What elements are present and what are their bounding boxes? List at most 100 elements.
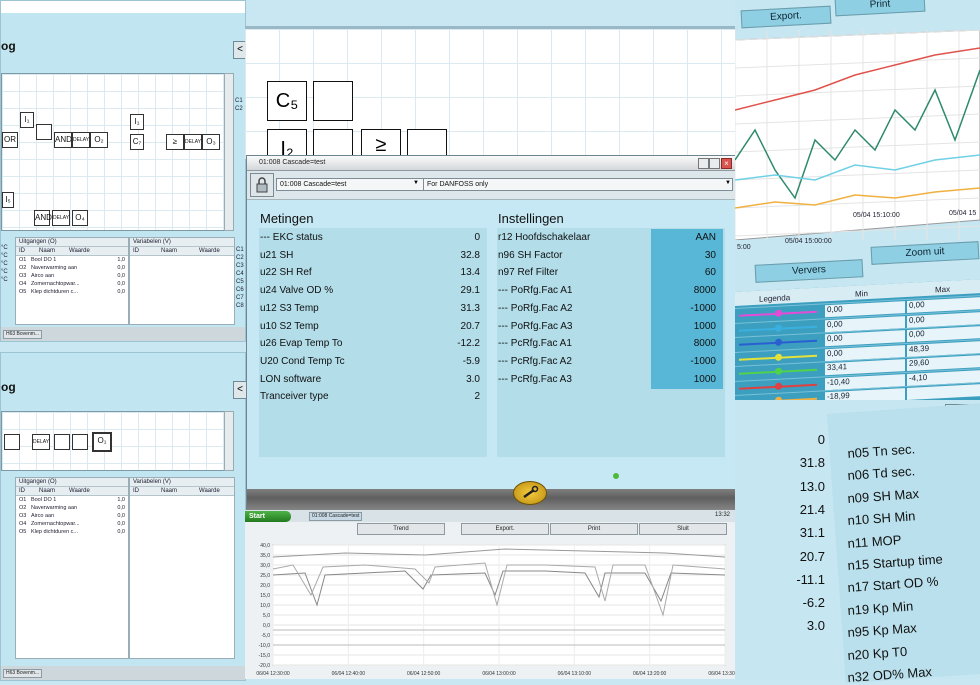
print-button[interactable]: Print <box>550 523 638 535</box>
logic-canvas-top[interactable]: I₁ OR AND DELAY O₂ I₁ C₇ ≥ DELAY O₃ I₅ A… <box>1 73 225 231</box>
logic-canvas-main[interactable]: C₅ I₂ ≥ <box>245 26 735 161</box>
logic-block[interactable]: DELAY <box>52 210 70 226</box>
logic-block[interactable]: O₂ <box>90 132 108 148</box>
zoom-out-button[interactable]: Zoom uit <box>870 241 980 265</box>
wrench-icon[interactable] <box>513 481 547 505</box>
x-tick: 06/04 13:30:00 <box>708 671 735 677</box>
taskbar-item[interactable]: H63 Bovenm... <box>3 330 43 339</box>
logic-block[interactable] <box>36 124 52 140</box>
table-row[interactable]: O2 Naverwarming aan 0,0 <box>16 504 128 512</box>
dialog-toolbar: 01:008 Cascade=test ▼ For DANFOSS only ▼ <box>247 171 735 200</box>
logic-block[interactable]: ≥ <box>166 134 184 150</box>
filter-select[interactable]: For DANFOSS only <box>423 178 733 191</box>
trend-button[interactable]: Trend <box>357 523 445 535</box>
row-value[interactable]: -1000 <box>690 300 716 318</box>
dialog-titlebar[interactable]: 01:008 Cascade=test <box>247 156 735 171</box>
logic-block[interactable]: O₁ <box>92 432 112 452</box>
x-tick: 5:00 <box>737 244 751 251</box>
collapse-button[interactable]: < <box>233 381 247 399</box>
setting-value: 20.7 <box>799 548 825 564</box>
instellingen-row[interactable]: --- PcRfg.Fac A2 -1000 <box>498 353 722 371</box>
logic-block[interactable]: I₁ <box>20 112 34 128</box>
logic-block[interactable]: I₅ <box>2 192 14 208</box>
unit-select[interactable]: 01:008 Cascade=test <box>276 178 424 191</box>
trend-chart[interactable]: 40,0 35,0 30,0 25,0 20,0 15,0 10,0 5,0 0,0 -5,0 -1… <box>245 535 735 680</box>
logic-canvas-bottom[interactable]: DELAY O₁ <box>1 411 225 471</box>
row-value[interactable]: -1000 <box>690 353 716 371</box>
close-button[interactable]: × <box>721 158 732 169</box>
export-button[interactable]: Export. <box>740 5 832 29</box>
variables-table-header: Variabelen (V) <box>130 478 234 487</box>
instellingen-row[interactable]: r12 Hoofdschakelaar AAN <box>498 229 722 247</box>
table-row[interactable]: O5 Klep dichtduren c... 0,0 <box>16 528 128 536</box>
table-row[interactable]: O3 Airco aan 0,0 <box>16 272 128 280</box>
logic-block[interactable]: C₅ <box>267 81 307 121</box>
chevron-down-icon[interactable]: ▼ <box>413 180 419 186</box>
table-row[interactable]: O3 Airco aan 0,0 <box>16 512 128 520</box>
row-label: u12 S3 Temp <box>260 302 319 314</box>
row-value[interactable]: 30 <box>705 247 716 265</box>
row-value[interactable]: 8000 <box>694 335 716 353</box>
instellingen-row[interactable]: --- PoRfg.Fac A1 8000 <box>498 282 722 300</box>
logic-block[interactable]: AND <box>54 132 72 148</box>
close-trend-button[interactable]: Sluit <box>639 523 727 535</box>
print-button[interactable]: Print <box>834 0 926 17</box>
logic-block[interactable] <box>4 434 20 450</box>
setting-value: 3.0 <box>806 618 825 634</box>
logic-block[interactable]: DELAY <box>184 134 202 150</box>
table-row[interactable]: O4 Zomernachtopwar... 0,0 <box>16 520 128 528</box>
instellingen-row[interactable]: --- PcRfg.Fac A1 8000 <box>498 335 722 353</box>
row-value[interactable]: 1000 <box>694 318 716 336</box>
logic-block[interactable]: OR <box>2 132 18 148</box>
logic-block[interactable]: AND <box>34 210 52 226</box>
vertical-scrollbar[interactable] <box>224 411 234 471</box>
table-row[interactable]: O4 Zomernachtopwar... 0,0 <box>16 280 128 288</box>
taskbar-item[interactable]: 01:008 Cascade=test <box>309 512 363 521</box>
table-row[interactable]: O5 Klep dichtduren c... 0,0 <box>16 288 128 296</box>
instellingen-row[interactable]: --- PcRfg.Fac A3 1000 <box>498 371 722 389</box>
maximize-button[interactable] <box>709 158 720 169</box>
taskbar-item[interactable]: H63 Bovenm... <box>3 669 43 678</box>
refresh-button[interactable]: Ververs <box>754 259 864 283</box>
metingen-row: u21 SH 32.8 <box>260 247 486 265</box>
y-tick: 10,0 <box>260 603 270 609</box>
instellingen-row[interactable]: --- PoRfg.Fac A2 -1000 <box>498 300 722 318</box>
minimize-button[interactable] <box>698 158 709 169</box>
table-row[interactable]: O1 Bool DO 1 1,0 <box>16 496 128 504</box>
row-label: LON software <box>260 373 322 385</box>
logic-block[interactable] <box>313 81 353 121</box>
chevron-down-icon[interactable]: ▼ <box>725 180 731 186</box>
variables-table[interactable]: Variabelen (V) ID Naam Waarde <box>129 237 235 325</box>
logic-block[interactable]: DELAY <box>32 434 50 450</box>
table-row[interactable]: O2 Naverwarming aan 0,0 <box>16 264 128 272</box>
logic-block[interactable]: O₄ <box>72 210 88 226</box>
instellingen-row[interactable]: n96 SH Factor 30 <box>498 247 722 265</box>
right-trend-chart[interactable] <box>735 30 980 240</box>
logic-block[interactable]: O₃ <box>202 134 220 150</box>
logic-block[interactable]: C₇ <box>130 134 144 150</box>
min-header: Min <box>855 289 868 299</box>
lock-icon[interactable] <box>250 173 274 197</box>
variables-table[interactable]: Variabelen (V) ID Naam Waarde <box>129 477 235 659</box>
instellingen-row[interactable]: --- PoRfg.Fac A3 1000 <box>498 318 722 336</box>
vertical-scrollbar[interactable] <box>224 73 234 231</box>
legend-marker <box>775 309 782 317</box>
row-value: 20.7 <box>460 320 480 332</box>
start-button[interactable]: Start <box>245 511 291 522</box>
logic-block[interactable]: DELAY <box>72 132 90 148</box>
logic-block[interactable] <box>72 434 88 450</box>
outputs-table[interactable]: Uitgangen (O) ID Naam Waarde O1 Bool DO 11… <box>15 477 129 659</box>
row-value[interactable]: 8000 <box>694 282 716 300</box>
metingen-row: u10 S2 Temp 20.7 <box>260 318 486 336</box>
instellingen-row[interactable]: n97 Ref Filter 60 <box>498 264 722 282</box>
logic-block[interactable] <box>54 434 70 450</box>
outputs-table[interactable]: Uitgangen (O) ID Naam Waarde O1 Bool DO 11… <box>15 237 129 325</box>
row-value[interactable]: 1000 <box>694 371 716 389</box>
x-tick: 06/04 13:10:00 <box>558 671 592 677</box>
export-button[interactable]: Export. <box>461 523 549 535</box>
row-value[interactable]: AAN <box>695 229 716 247</box>
logic-block[interactable]: I₁ <box>130 114 144 130</box>
dialog-title: 01:008 Cascade=test <box>259 159 326 166</box>
row-value[interactable]: 60 <box>705 264 716 282</box>
table-row[interactable]: O1 Bool DO 1 1,0 <box>16 256 128 264</box>
